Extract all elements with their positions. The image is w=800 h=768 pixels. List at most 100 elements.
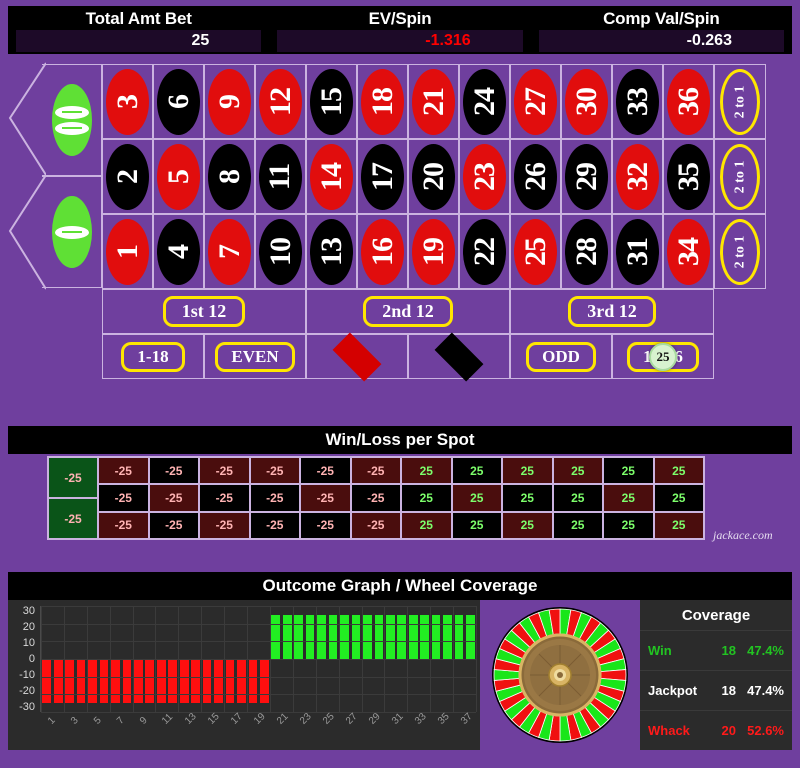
outside-bet-19-36[interactable]: 19-3625 xyxy=(612,334,714,379)
bet-cell-8[interactable]: 8 xyxy=(204,139,255,214)
bet-cell-14[interactable]: 14 xyxy=(306,139,357,214)
number-oval: 36 xyxy=(667,68,710,135)
dozen-bet-3[interactable]: 3rd 12 xyxy=(510,289,714,334)
chart-bar xyxy=(168,659,178,704)
x-tick-label: 23 xyxy=(298,711,314,727)
bet-cell-30[interactable]: 30 xyxy=(561,64,612,139)
number-oval: 18 xyxy=(361,68,404,135)
bet-cell-19[interactable]: 19 xyxy=(408,214,459,289)
bet-cell-3[interactable]: 3 xyxy=(102,64,153,139)
outside-bet-1-18[interactable]: 1-18 xyxy=(102,334,204,379)
number-label: 26 xyxy=(518,162,552,191)
bet-cell-35[interactable]: 35 xyxy=(663,139,714,214)
chart-bar xyxy=(431,614,441,659)
bet-cell-6[interactable]: 6 xyxy=(153,64,204,139)
bet-cell-4[interactable]: 4 xyxy=(153,214,204,289)
outside-bet-red[interactable] xyxy=(306,332,408,381)
x-tick-label: 17 xyxy=(229,711,245,727)
bet-cell-12[interactable]: 12 xyxy=(255,64,306,139)
bet-cell-23[interactable]: 23 xyxy=(459,139,510,214)
bet-cell-18[interactable]: 18 xyxy=(357,64,408,139)
bet-cell-16[interactable]: 16 xyxy=(357,214,408,289)
winloss-zero-column: -25 -25 xyxy=(49,458,97,538)
outside-bet-even[interactable]: EVEN xyxy=(204,334,306,379)
bet-cell-31[interactable]: 31 xyxy=(612,214,663,289)
bet-cell-29[interactable]: 29 xyxy=(561,139,612,214)
column-bet-3[interactable]: 2 to 1 xyxy=(714,214,766,289)
winloss-cell: 25 xyxy=(402,458,451,484)
chart-gridline-vertical xyxy=(292,606,294,712)
number-label: 15 xyxy=(314,87,348,116)
outside-bet-odd[interactable]: ODD xyxy=(510,334,612,379)
bet-cell-33[interactable]: 33 xyxy=(612,64,663,139)
winloss-cell: 25 xyxy=(654,512,703,538)
bet-cell-10[interactable]: 10 xyxy=(255,214,306,289)
coverage-row-percent: 47.4% xyxy=(747,683,784,698)
stat-value-box[interactable]: -0.263 xyxy=(538,30,784,52)
bet-cell-5[interactable]: 5 xyxy=(153,139,204,214)
bet-cell-2[interactable]: 2 xyxy=(102,139,153,214)
chart-bar xyxy=(179,659,189,704)
number-label: 4 xyxy=(161,244,195,259)
black-diamond-icon xyxy=(434,332,484,381)
bet-cell-13[interactable]: 13 xyxy=(306,214,357,289)
chart-bar xyxy=(202,659,212,704)
coverage-row-count: 18 xyxy=(721,683,736,698)
y-tick-label: -20 xyxy=(19,685,35,697)
bet-cell-20[interactable]: 20 xyxy=(408,139,459,214)
winloss-panel: -25 -25 -25 -25 -25 -25 -25 -25 25 25 25 25 25 25 -25… xyxy=(47,456,705,540)
bet-cell-28[interactable]: 28 xyxy=(561,214,612,289)
chart-gridline xyxy=(41,606,476,607)
bet-cell-24[interactable]: 24 xyxy=(459,64,510,139)
chart-gridline-vertical xyxy=(430,606,432,712)
bet-cell-22[interactable]: 22 xyxy=(459,214,510,289)
column-bet-1[interactable]: 2 to 1 xyxy=(714,64,766,139)
stat-ev-per-spin: EV/Spin -1.316 xyxy=(269,6,530,54)
winloss-cell: 25 xyxy=(503,512,552,538)
stat-value-box[interactable]: 25 xyxy=(16,30,262,52)
x-tick-label: 31 xyxy=(389,711,406,727)
dozen-bet-label: 3rd 12 xyxy=(568,296,656,327)
bet-cell-0[interactable] xyxy=(42,176,102,288)
number-oval: 4 xyxy=(157,218,200,285)
x-tick-label: 11 xyxy=(160,711,176,727)
number-label: 22 xyxy=(467,237,501,266)
number-label: 3 xyxy=(110,94,144,109)
bet-cell-11[interactable]: 11 xyxy=(255,139,306,214)
bet-cell-34[interactable]: 34 xyxy=(663,214,714,289)
bet-cell-15[interactable]: 15 xyxy=(306,64,357,139)
number-oval: 12 xyxy=(259,68,302,135)
stat-value-box[interactable]: -1.316 xyxy=(277,30,523,52)
number-oval: 1 xyxy=(106,218,149,285)
number-oval: 17 xyxy=(361,143,404,210)
winloss-cell: -25 xyxy=(351,458,400,484)
x-tick-label: 7 xyxy=(114,715,127,727)
bet-cell-17[interactable]: 17 xyxy=(357,139,408,214)
bet-cell-21[interactable]: 21 xyxy=(408,64,459,139)
outside-bet-black[interactable] xyxy=(408,332,510,381)
number-label: 32 xyxy=(620,162,654,191)
bet-cell-26[interactable]: 26 xyxy=(510,139,561,214)
column-bet-2[interactable]: 2 to 1 xyxy=(714,139,766,214)
bet-cell-1[interactable]: 1 xyxy=(102,214,153,289)
bet-chip[interactable]: 25 xyxy=(649,342,677,371)
x-tick-label: 35 xyxy=(435,711,452,727)
number-label: 10 xyxy=(263,237,297,266)
bet-cell-00[interactable] xyxy=(42,64,102,176)
winloss-cell: -25 xyxy=(351,512,400,538)
bet-cell-27[interactable]: 27 xyxy=(510,64,561,139)
bet-cell-25[interactable]: 25 xyxy=(510,214,561,289)
chart-bar xyxy=(385,614,395,659)
bet-cell-36[interactable]: 36 xyxy=(663,64,714,139)
chart-gridline-vertical xyxy=(132,606,134,712)
dozen-bet-1[interactable]: 1st 12 xyxy=(102,289,306,334)
zero-digit xyxy=(54,225,89,239)
bet-cell-32[interactable]: 32 xyxy=(612,139,663,214)
dozen-bet-2[interactable]: 2nd 12 xyxy=(306,289,510,334)
chart-gridline-vertical xyxy=(361,606,363,712)
bet-cell-7[interactable]: 7 xyxy=(204,214,255,289)
x-tick-label: 37 xyxy=(458,711,475,727)
number-oval: 26 xyxy=(514,143,557,210)
number-label: 21 xyxy=(416,87,450,116)
bet-cell-9[interactable]: 9 xyxy=(204,64,255,139)
